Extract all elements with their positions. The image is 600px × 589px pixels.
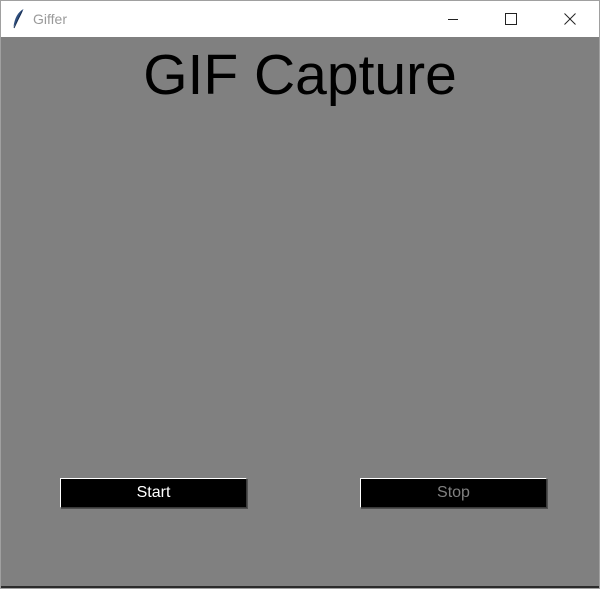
start-button[interactable]: Start: [60, 478, 247, 508]
feather-icon: [11, 8, 25, 30]
stop-button[interactable]: Stop: [360, 478, 547, 508]
maximize-button[interactable]: [482, 1, 540, 37]
window-bottom-border: [1, 586, 599, 588]
close-button[interactable]: [541, 1, 599, 37]
minimize-icon: [447, 13, 459, 25]
window-title: Giffer: [33, 11, 67, 27]
main-panel: GIF Capture Start Stop: [1, 37, 599, 588]
maximize-icon: [505, 13, 517, 25]
page-title: GIF Capture: [143, 43, 457, 107]
title-bar[interactable]: Giffer: [1, 1, 599, 37]
app-window: Giffer GIF Capture Start Stop: [0, 0, 600, 589]
minimize-button[interactable]: [424, 1, 482, 37]
close-icon: [564, 13, 576, 25]
